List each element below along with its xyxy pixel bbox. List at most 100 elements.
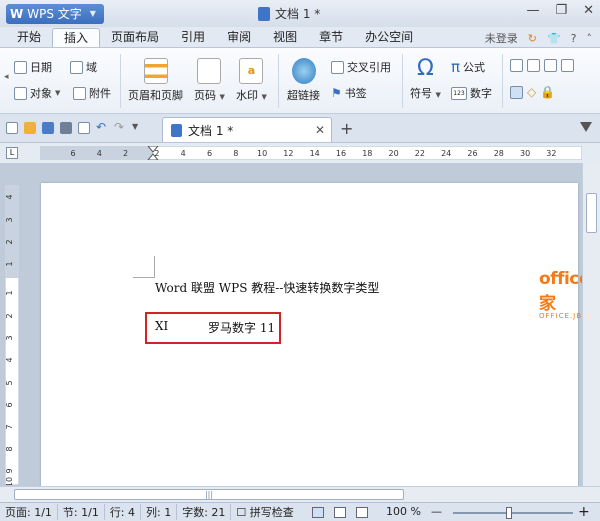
- tab-insert[interactable]: 插入: [52, 28, 101, 47]
- ribbon-divider: [278, 54, 279, 108]
- status-row: 行: 4: [105, 504, 142, 520]
- watermark-button[interactable]: a 水印 ▼: [236, 58, 267, 103]
- bookmark-button[interactable]: ⚑ 书签: [331, 85, 367, 101]
- bookmark-label: 书签: [344, 87, 367, 100]
- app-menu-button[interactable]: W WPS 文字 ▼: [6, 3, 104, 24]
- list-control-icon[interactable]: [561, 59, 574, 72]
- attachment-button[interactable]: 附件: [73, 85, 111, 101]
- help-icon[interactable]: ?: [571, 32, 577, 45]
- design-mode-icon[interactable]: [510, 85, 523, 99]
- zoom-control: 100 % —: [386, 505, 442, 518]
- symbol-button[interactable]: Ω 符号 ▼: [410, 56, 441, 101]
- horizontal-scrollbar[interactable]: |||: [0, 486, 600, 502]
- print-icon[interactable]: [60, 122, 72, 134]
- field-icon: [70, 60, 83, 74]
- new-doc-icon[interactable]: [6, 122, 18, 134]
- window-title-text: 文档 1 *: [275, 7, 321, 21]
- combobox-control-icon[interactable]: [544, 59, 557, 72]
- vertical-scroll-thumb[interactable]: [586, 193, 597, 233]
- pi-icon: π: [451, 58, 461, 76]
- window-controls: — ❐ ✕: [526, 3, 594, 18]
- undo-icon[interactable]: ↶: [96, 121, 108, 134]
- close-button[interactable]: ✕: [583, 3, 594, 18]
- omega-icon: Ω: [417, 56, 434, 81]
- save-icon[interactable]: [42, 122, 54, 134]
- tab-start[interactable]: 开始: [6, 28, 52, 47]
- cross-reference-button[interactable]: 交叉引用: [331, 59, 391, 75]
- field-button[interactable]: 域: [70, 59, 97, 75]
- zoom-in-icon[interactable]: +: [578, 504, 590, 520]
- tab-stop-selector[interactable]: L: [6, 147, 18, 159]
- tab-chapter[interactable]: 章节: [308, 28, 354, 47]
- vruler-tick-label: 3: [5, 335, 14, 340]
- new-tab-icon[interactable]: +: [340, 119, 353, 138]
- header-footer-button[interactable]: 页眉和页脚: [128, 58, 183, 103]
- ruler-tick-label: 28: [494, 149, 504, 158]
- object-button[interactable]: 对象 ▼: [14, 85, 60, 101]
- vertical-scrollbar[interactable]: [582, 163, 600, 486]
- watermark-icon: a: [239, 58, 264, 84]
- qa-more-icon[interactable]: ▼: [132, 122, 144, 134]
- vruler-tick-label: 4: [5, 357, 14, 362]
- open-folder-icon[interactable]: [24, 122, 36, 134]
- tab-references[interactable]: 引用: [170, 28, 216, 47]
- zoom-slider-knob[interactable]: [506, 507, 512, 519]
- vruler-tick-label: 2: [5, 239, 14, 244]
- tab-office-space[interactable]: 办公空间: [354, 28, 424, 47]
- form-controls-group: [510, 59, 574, 72]
- outline-view-icon[interactable]: [356, 507, 368, 518]
- print-preview-icon[interactable]: [78, 122, 90, 134]
- page-number-button[interactable]: 页码 ▼: [194, 58, 225, 103]
- refresh-icon[interactable]: ↻: [528, 32, 537, 45]
- page-view-icon[interactable]: [312, 507, 324, 518]
- ruler-tick-label: 6: [207, 149, 212, 158]
- login-link[interactable]: 未登录: [485, 30, 518, 46]
- ruler-tick-label: 18: [362, 149, 372, 158]
- document-page[interactable]: Word 联盟 WPS 教程--快速转换数字类型 XI 罗马数字 11 offi…: [41, 183, 600, 486]
- horizontal-scroll-thumb[interactable]: |||: [14, 489, 404, 500]
- watermark-label-row: 水印 ▼: [236, 87, 267, 103]
- vruler-tick-label: 9: [5, 468, 14, 473]
- status-words[interactable]: 字数: 21: [177, 504, 232, 520]
- ruler-tick-label: 4: [181, 149, 186, 158]
- document-icon: [258, 6, 270, 21]
- tab-list-icon[interactable]: [580, 122, 592, 132]
- minimize-button[interactable]: —: [526, 3, 539, 18]
- hyperlink-button[interactable]: 超链接: [287, 58, 320, 103]
- menu-bar: 开始 插入 页面布局 引用 审阅 视图 章节 办公空间 未登录 ↻ 👕 ? ˄: [0, 27, 600, 48]
- redo-icon[interactable]: ↷: [114, 121, 126, 134]
- formula-button[interactable]: π 公式: [451, 58, 485, 76]
- restore-button[interactable]: ❐: [555, 3, 567, 18]
- date-button[interactable]: 日期: [14, 59, 52, 75]
- page-number-label-row: 页码 ▼: [194, 87, 225, 103]
- lock-icon[interactable]: 🔒: [540, 85, 555, 99]
- vruler-tick-label: 6: [5, 402, 14, 407]
- checkbox-control-icon[interactable]: [527, 59, 540, 72]
- page-number-label: 页码: [194, 89, 216, 102]
- tab-review[interactable]: 审阅: [216, 28, 262, 47]
- vruler-tick-label: 4: [5, 194, 14, 199]
- margin-corner-marker: [133, 256, 155, 278]
- skin-icon[interactable]: 👕: [547, 32, 561, 45]
- formula-label: 公式: [463, 61, 486, 74]
- title-bar: W WPS 文字 ▼ 文档 1 * — ❐ ✕: [0, 0, 600, 27]
- textbox-control-icon[interactable]: [510, 59, 523, 72]
- zoom-level[interactable]: 100 %: [386, 505, 421, 518]
- number-button[interactable]: 123 数字: [451, 85, 492, 101]
- chevron-down-icon: ▼: [261, 93, 267, 101]
- status-page[interactable]: 页面: 1/1: [0, 504, 58, 520]
- collapse-icon[interactable]: ˄: [587, 32, 593, 45]
- document-tab[interactable]: 文档 1 * ✕: [162, 117, 332, 142]
- tab-view[interactable]: 视图: [262, 28, 308, 47]
- zoom-out-icon[interactable]: —: [431, 505, 442, 518]
- eraser-icon[interactable]: ◇: [527, 85, 536, 99]
- zoom-slider-track[interactable]: [453, 512, 573, 514]
- quick-access-toolbar: ↶ ↷ ▼: [6, 121, 144, 134]
- tab-page-layout[interactable]: 页面布局: [100, 28, 170, 47]
- symbol-label: 符号: [410, 87, 432, 100]
- status-col: 列: 1: [141, 504, 178, 520]
- ribbon-scroll-left-icon[interactable]: ◂: [4, 72, 9, 82]
- spell-check-toggle[interactable]: ☐ 拼写检查: [231, 504, 298, 520]
- full-screen-view-icon[interactable]: [334, 507, 346, 518]
- close-tab-icon[interactable]: ✕: [315, 123, 325, 137]
